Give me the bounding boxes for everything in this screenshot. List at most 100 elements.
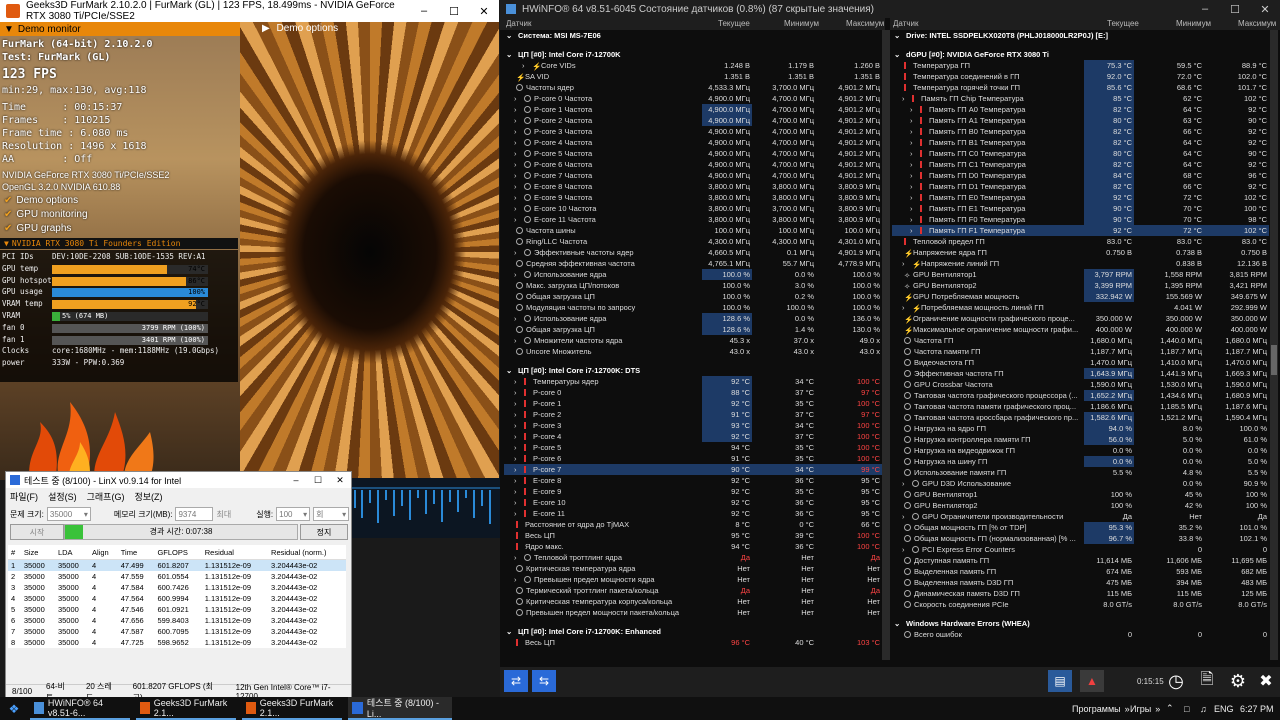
furmark-titlebar[interactable]: Geeks3D FurMark 2.10.2.0 | FurMark (GL) …: [0, 0, 499, 22]
col-current[interactable]: Текущее: [718, 19, 750, 28]
clock[interactable]: 6:27 PM: [1236, 697, 1278, 720]
sensor-row[interactable]: › ⚡Core VIDs 1.248 В 1.179 В 1.260 В: [504, 60, 882, 71]
column-header[interactable]: Residual (norm.): [268, 545, 346, 560]
sensor-row[interactable]: › P-core 0 Частота 4,900.0 МГц 4,700.0 МГц 4…: [504, 93, 882, 104]
sensor-row[interactable]: › Память ГП E1 Температура 90 °C 70 °C 100 °…: [892, 203, 1269, 214]
sensor-row[interactable]: › E-core 9 92 °C 35 °C 95 °C: [504, 486, 882, 497]
column-header[interactable]: Size: [20, 545, 55, 560]
sensor-row[interactable]: › P-core 1 92 °C 35 °C 100 °C: [504, 398, 882, 409]
maximize-icon[interactable]: ☐: [1220, 3, 1250, 16]
linx-titlebar[interactable]: 테스트 중 (8/100) - LinX v0.9.14 for Intel –…: [6, 472, 351, 488]
demo-options-header[interactable]: ▶ Demo options: [262, 23, 338, 34]
col-max[interactable]: Максимум: [1238, 19, 1276, 28]
sensor-group-header[interactable]: ⌄ Drive: INTEL SSDPELKX020T8 (PHLJ018000L…: [892, 30, 1269, 41]
sensor-row[interactable]: Термический троттлинг пакета/кольца Да Нет…: [504, 585, 882, 596]
sensor-row[interactable]: ✧ GPU Вентилятор1 3,797 RPM 1,558 RPM 3,815 …: [892, 269, 1269, 280]
sensor-row[interactable]: › P-core 6 Частота 4,900.0 МГц 4,700.0 МГц 4…: [504, 159, 882, 170]
sensor-row[interactable]: Частоты ядер 4,533.3 МГц 3,700.0 МГц 4,901.…: [504, 82, 882, 93]
alert-icon[interactable]: ▲: [1080, 670, 1104, 692]
sensor-row[interactable]: › Память ГП C1 Температура 82 °C 64 °C 92 °C: [892, 159, 1269, 170]
taskbar-item-hwinfo[interactable]: HWiNFO® 64 v8.51-6...: [30, 697, 130, 720]
sensor-row[interactable]: Температура ГП 75.3 °C 59.5 °C 88.9 °C: [892, 60, 1269, 71]
table-row[interactable]: 8 35000 35000 4 47.725 598.9652 1.131512e-09 3.…: [8, 637, 346, 648]
close-icon[interactable]: ✕: [469, 5, 499, 18]
sensor-row[interactable]: Тактовая частота кроссбара графического …: [892, 412, 1269, 423]
sensor-row[interactable]: Критическая температура ядра Нет Нет Нет: [504, 563, 882, 574]
minimize-icon[interactable]: –: [409, 5, 439, 17]
sensor-row[interactable]: Нагрузка на шину ГП 0.0 % 0.0 % 5.0 %: [892, 456, 1269, 467]
sensor-row[interactable]: Критическая температура корпуса/кольца Не…: [504, 596, 882, 607]
start-button[interactable]: 시작: [10, 524, 64, 540]
demo-monitor-header[interactable]: ▼ Demo monitor: [0, 22, 240, 36]
sensor-row[interactable]: › Тепловой троттлинг ядра Да Нет Да: [504, 552, 882, 563]
memory-input[interactable]: 9374: [175, 507, 214, 521]
sensor-row[interactable]: Расстояние от ядра до TjMAX 8 °C 0 °C 66 °C: [504, 519, 882, 530]
sensor-group-header[interactable]: ⌄ ЦП [#0]: Intel Core i7-12700K: [504, 49, 882, 60]
hwinfo-titlebar[interactable]: HWiNFO® 64 v8.51-6045 Состояние датчиков…: [500, 0, 1280, 18]
column-header[interactable]: Residual: [201, 545, 269, 560]
sensor-row[interactable]: › E-core 11 92 °C 36 °C 95 °C: [504, 508, 882, 519]
sensor-row[interactable]: Температура горячей точки ГП 85.6 °C 68.6 …: [892, 82, 1269, 93]
table-row[interactable]: 4 35000 35000 4 47.564 600.9994 1.131512e-09 3.…: [8, 593, 346, 604]
sensor-row[interactable]: Частота ГП 1,680.0 МГц 1,440.0 МГц 1,680.0 …: [892, 335, 1269, 346]
language-indicator[interactable]: ENG: [1210, 697, 1238, 720]
menu-file[interactable]: 파일(F): [10, 490, 38, 503]
sensor-row[interactable]: › Память ГП Chip Температура 85 °C 62 °C 102…: [892, 93, 1269, 104]
sensor-row[interactable]: › E-core 10 92 °C 36 °C 95 °C: [504, 497, 882, 508]
col-max[interactable]: Максимум: [846, 19, 884, 28]
sensor-group-header[interactable]: ⌄ Система: MSI MS-7E06: [504, 30, 882, 41]
nav-left-arrows-icon[interactable]: ⇄: [504, 670, 528, 692]
maximize-icon[interactable]: ☐: [439, 5, 469, 18]
sensor-row[interactable]: › P-core 5 94 °C 35 °C 100 °C: [504, 442, 882, 453]
sensor-row[interactable]: › GPU D3D Использование 0.0 % 90.9 %: [892, 478, 1269, 489]
sensor-row[interactable]: › E-core 9 Частота 3,800.0 МГц 3,800.0 МГц 3…: [504, 192, 882, 203]
check-gpu-graphs[interactable]: ✔ GPU graphs: [4, 223, 71, 234]
sensor-row[interactable]: GPU Crossbar Частота 1,590.0 МГц 1,530.0 М…: [892, 379, 1269, 390]
sensor-row[interactable]: Превышен предел мощности пакета/кольца Не…: [504, 607, 882, 618]
table-row[interactable]: 2 35000 35000 4 47.559 601.0554 1.131512e-09 3.…: [8, 571, 346, 582]
programs-toolbar[interactable]: Программы»: [1068, 697, 1134, 720]
col-min[interactable]: Минимум: [1176, 19, 1211, 28]
sensor-row[interactable]: Видеочастота ГП 1,470.0 МГц 1,410.0 МГц 1,4…: [892, 357, 1269, 368]
sensor-row[interactable]: › E-core 10 Частота 3,800.0 МГц 3,700.0 МГц…: [504, 203, 882, 214]
tray-expand[interactable]: ⌃: [1162, 697, 1178, 720]
sensor-row[interactable]: › Температуры ядер 92 °C 34 °C 100 °C: [504, 376, 882, 387]
table-row[interactable]: 7 35000 35000 4 47.587 600.7095 1.131512e-09 3.…: [8, 626, 346, 637]
taskbar-item-furmark-2[interactable]: Geeks3D FurMark 2.1...: [242, 697, 342, 720]
sensor-row[interactable]: › P-core 5 Частота 4,900.0 МГц 4,700.0 МГц 4…: [504, 148, 882, 159]
start-button[interactable]: ❖: [0, 697, 28, 720]
sensor-row[interactable]: Выделенная память D3D ГП 475 МБ 394 МБ 483 …: [892, 577, 1269, 588]
column-header[interactable]: Align: [88, 545, 118, 560]
check-demo-options[interactable]: ✔ Demo options: [4, 195, 78, 206]
sensor-row[interactable]: Нагрузка на видеодвижок ГП 0.0 % 0.0 % 0.0 …: [892, 445, 1269, 456]
sensor-row[interactable]: › P-core 2 91 °C 37 °C 97 °C: [504, 409, 882, 420]
col-current[interactable]: Текущее: [1107, 19, 1139, 28]
sensor-row[interactable]: › Память ГП A1 Температура 80 °C 63 °C 90 °C: [892, 115, 1269, 126]
sensor-row[interactable]: › P-core 3 Частота 4,900.0 МГц 4,700.0 МГц 4…: [504, 126, 882, 137]
sensor-row[interactable]: › Память ГП C0 Температура 80 °C 64 °C 90 °C: [892, 148, 1269, 159]
sensor-group-header[interactable]: ⌄ ЦП [#0]: Intel Core i7-12700K: DTS: [504, 365, 882, 376]
left-scrollbar[interactable]: [882, 30, 890, 660]
sensor-row[interactable]: › P-core 0 88 °C 37 °C 97 °C: [504, 387, 882, 398]
sensor-row[interactable]: Частота шины 100.0 МГц 100.0 МГц 100.0 МГц: [504, 225, 882, 236]
sensor-row[interactable]: ⚡Максимальное ограничение мощности графи…: [892, 324, 1269, 335]
sensor-row[interactable]: › P-core 1 Частота 4,900.0 МГц 4,700.0 МГц 4…: [504, 104, 882, 115]
sensor-row[interactable]: ⚡SA VID 1.351 В 1.351 В 1.351 В: [504, 71, 882, 82]
sensor-row[interactable]: ⚡GPU Потребляемая мощность 332.942 W 155.5…: [892, 291, 1269, 302]
problem-size-select[interactable]: 35000 ▾: [46, 507, 91, 521]
menu-about[interactable]: 정보(Z): [134, 490, 162, 503]
menu-settings[interactable]: 설정(S): [48, 490, 77, 503]
sensor-row[interactable]: › P-core 7 Частота 4,900.0 МГц 4,700.0 МГц 4…: [504, 170, 882, 181]
sensor-row[interactable]: › P-core 7 90 °C 34 °C 99 °C: [504, 464, 882, 475]
runs-select[interactable]: 100 ▾: [276, 507, 311, 521]
sensor-row[interactable]: GPU Вентилятор1 100 % 45 % 100 %: [892, 489, 1269, 500]
sensor-row[interactable]: Общая загрузка ЦП 100.0 % 0.2 % 100.0 %: [504, 291, 882, 302]
sensor-row[interactable]: GPU Вентилятор2 100 % 42 % 100 %: [892, 500, 1269, 511]
sensor-list-right[interactable]: ⌄ Drive: INTEL SSDPELKX020T8 (PHLJ018000L…: [892, 30, 1269, 660]
col-min[interactable]: Минимум: [784, 19, 819, 28]
sensor-row[interactable]: Весь ЦП 95 °C 39 °C 100 °C: [504, 530, 882, 541]
table-row[interactable]: 3 35000 35000 4 47.584 600.7426 1.131512e-09 3.…: [8, 582, 346, 593]
sensor-row[interactable]: Тактовая частота графического процессора…: [892, 390, 1269, 401]
sensor-list-left[interactable]: ⌄ Система: MSI MS-7E06 ⌄ ЦП [#0]: Intel Cor…: [504, 30, 882, 660]
games-toolbar[interactable]: Игры»: [1126, 697, 1164, 720]
